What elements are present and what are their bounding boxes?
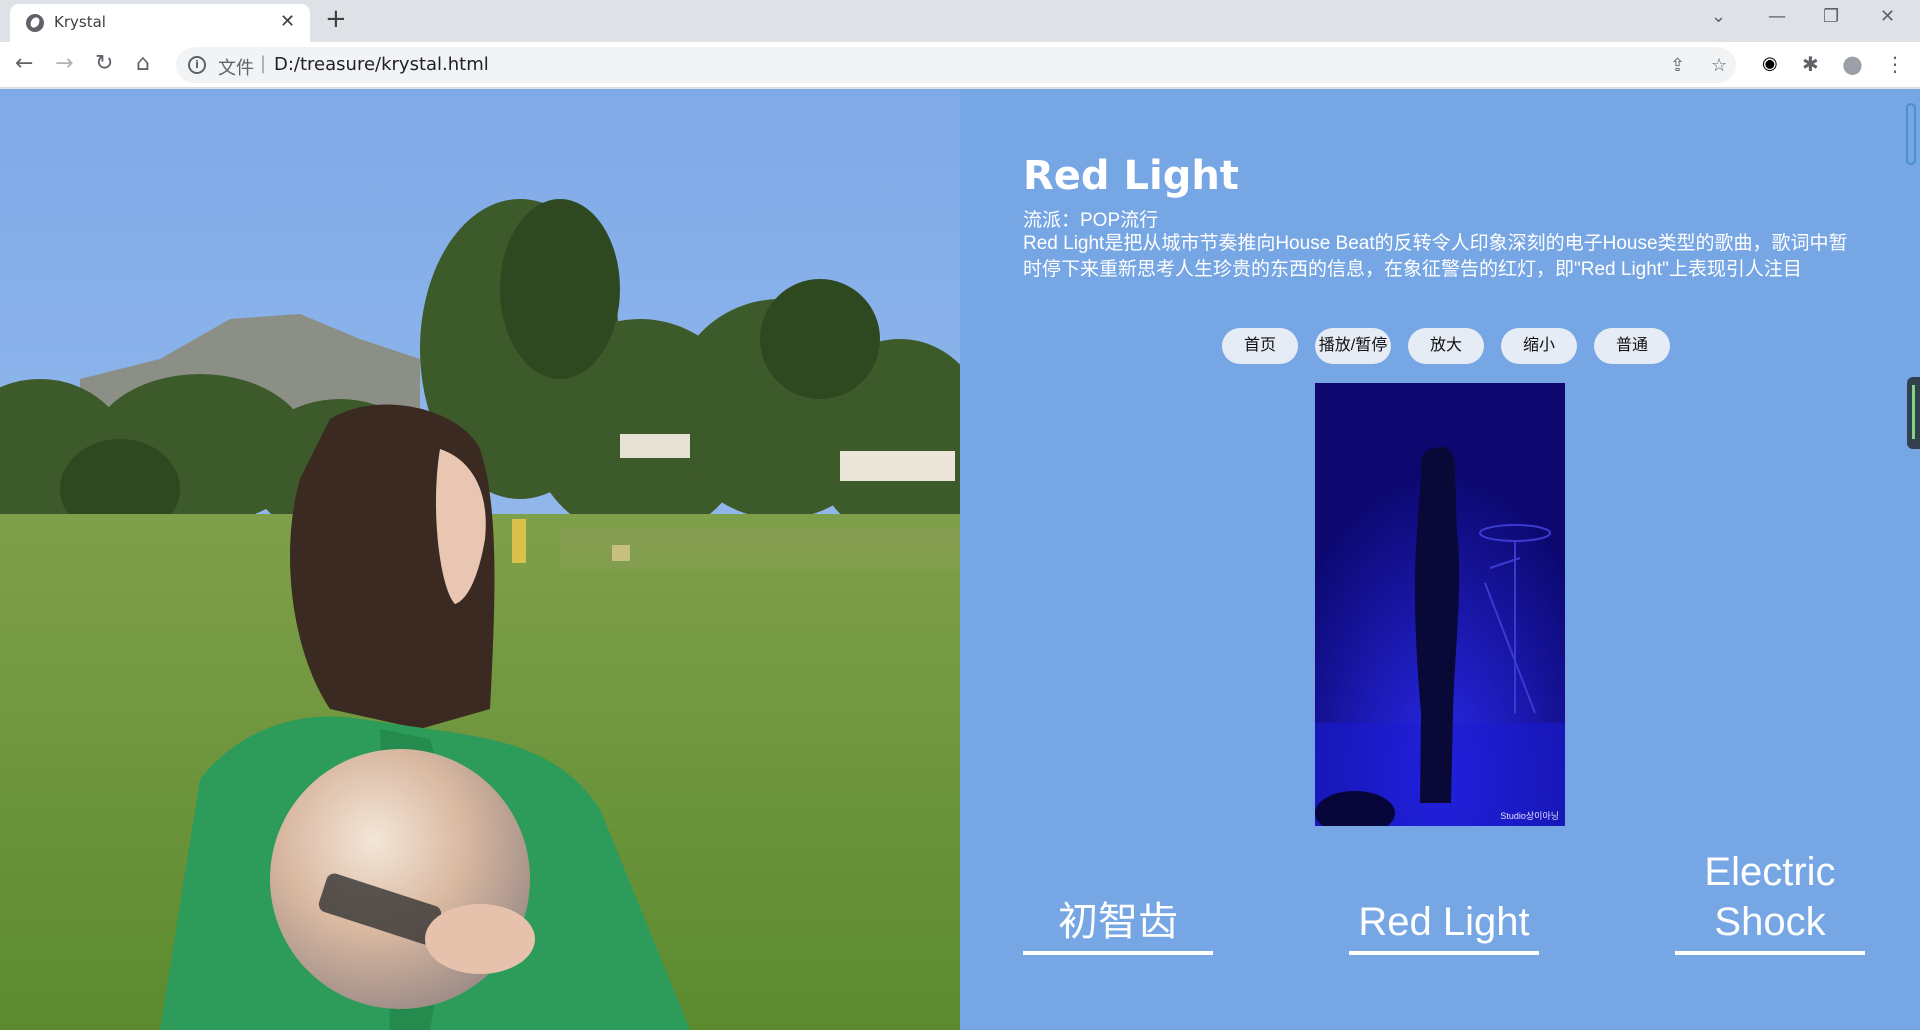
zoom-in-button[interactable]: 放大 <box>1408 328 1484 364</box>
tab-strip: Krystal ✕ + ⌄ — ❐ ✕ <box>0 0 1920 42</box>
bookmark-star-icon[interactable]: ☆ <box>1711 55 1727 76</box>
video-player[interactable]: Studio상이아닝 <box>1315 383 1565 826</box>
back-button[interactable]: ← <box>15 51 33 77</box>
address-bar[interactable]: i 文件 | D:/treasure/krystal.html ⇪ ☆ <box>176 47 1736 83</box>
restore-button[interactable]: ❐ <box>1823 6 1839 27</box>
song-panel: Red Light 流派：POP流行 Red Light是把从城市节奏推向Hou… <box>960 89 1920 1030</box>
info-icon[interactable]: i <box>188 56 206 74</box>
minimize-button[interactable]: — <box>1768 6 1786 27</box>
song-link-chuzhichi[interactable]: 初智齿 <box>1023 897 1213 955</box>
extensions-puzzle-icon[interactable]: ✱ <box>1802 51 1819 77</box>
song-description: Red Light是把从城市节奏推向House Beat的反转令人印象深刻的电子… <box>1023 233 1848 280</box>
eye-extension-icon[interactable]: ◉ <box>1762 51 1778 77</box>
home-control-button[interactable]: 首页 <box>1222 328 1298 364</box>
profile-avatar-icon[interactable]: ● <box>1842 51 1863 77</box>
play-pause-button[interactable]: 播放/暂停 <box>1315 328 1391 364</box>
scrollbar-thumb[interactable] <box>1906 103 1916 165</box>
video-watermark: Studio상이아닝 <box>1500 811 1559 821</box>
normal-size-button[interactable]: 普通 <box>1594 328 1670 364</box>
home-button[interactable]: ⌂ <box>136 51 150 77</box>
song-link-red-light[interactable]: Red Light <box>1349 897 1539 955</box>
zoom-out-button[interactable]: 缩小 <box>1501 328 1577 364</box>
url-separator: | <box>260 53 267 74</box>
song-title: Red Light <box>1023 153 1239 199</box>
hero-photo <box>0 89 960 1030</box>
tab-close-icon[interactable]: ✕ <box>280 11 295 32</box>
reload-button[interactable]: ↻ <box>95 51 113 77</box>
new-tab-button[interactable]: + <box>325 6 347 32</box>
song-link-electric-shock[interactable]: Electric Shock <box>1675 847 1865 955</box>
browser-toolbar: ← → ↻ ⌂ i 文件 | D:/treasure/krystal.html … <box>0 42 1920 88</box>
page-body: Red Light 流派：POP流行 Red Light是把从城市节奏推向Hou… <box>0 89 1920 1030</box>
genre-label: 流派：POP流行 <box>1023 210 1159 231</box>
url-text[interactable]: D:/treasure/krystal.html <box>274 54 489 75</box>
globe-icon <box>26 14 44 32</box>
forward-button[interactable]: → <box>55 51 73 77</box>
browser-tab[interactable]: Krystal ✕ <box>10 4 310 42</box>
close-window-button[interactable]: ✕ <box>1880 6 1895 27</box>
tab-title: Krystal <box>54 13 106 31</box>
tab-search-icon[interactable]: ⌄ <box>1711 6 1726 27</box>
menu-icon[interactable]: ⋮ <box>1885 51 1905 77</box>
side-panel-handle[interactable] <box>1907 377 1920 449</box>
url-scheme: 文件 <box>218 58 254 79</box>
share-icon[interactable]: ⇪ <box>1670 55 1685 76</box>
